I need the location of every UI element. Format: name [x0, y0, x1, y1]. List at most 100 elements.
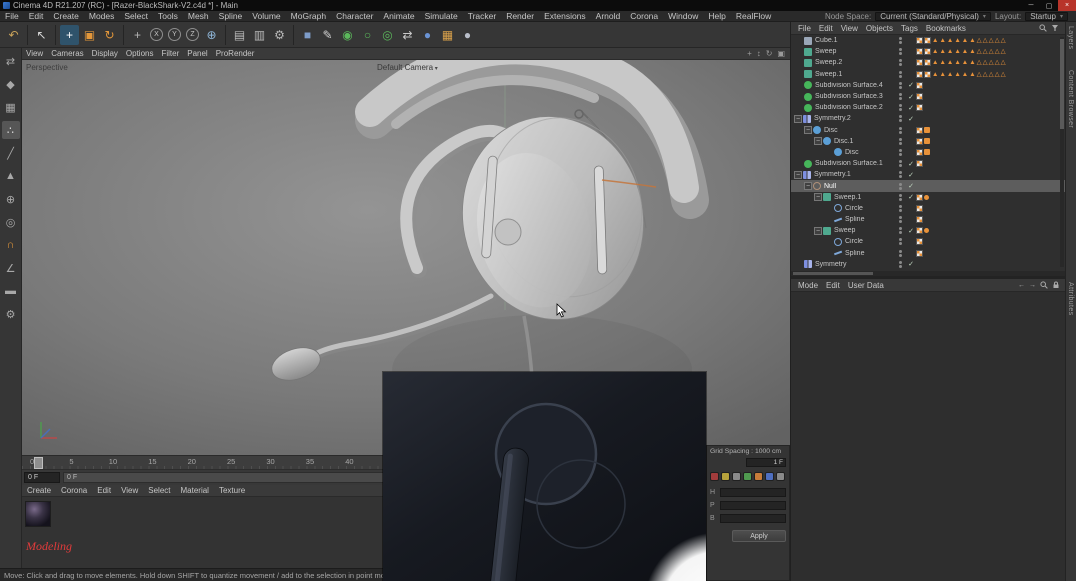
selection-tag[interactable]: ▲ — [939, 59, 945, 66]
live-selection-icon[interactable]: ↖ — [32, 25, 51, 45]
selection-tag[interactable]: △ — [989, 37, 994, 44]
model-mode-icon[interactable]: ◆ — [2, 75, 20, 93]
visibility-dots[interactable] — [895, 138, 906, 145]
subdivision-surface-icon[interactable]: ◉ — [338, 25, 357, 45]
enabled-check[interactable]: ✓ — [906, 193, 916, 201]
selection-tag[interactable]: ▲ — [969, 59, 975, 66]
selection-tag[interactable]: △ — [995, 48, 1000, 55]
selection-tag[interactable]: ▲ — [947, 37, 953, 44]
selection-tag[interactable]: △ — [1001, 48, 1006, 55]
menu-item[interactable]: MoGraph — [286, 11, 331, 21]
tag-area[interactable]: ▲▲▲▲▲▲△△△△△ — [916, 59, 1066, 66]
rotation-key-button[interactable] — [765, 472, 774, 481]
search-icon[interactable] — [1039, 24, 1047, 32]
mograph-icon[interactable]: ▦ — [438, 25, 457, 45]
keyframe-selection-button[interactable] — [732, 472, 741, 481]
points-mode-icon[interactable]: ∴ — [2, 121, 20, 139]
selection-tag[interactable]: ▲ — [954, 37, 960, 44]
tag-area[interactable] — [916, 160, 1066, 167]
visibility-dots[interactable] — [895, 261, 906, 268]
minimize-button[interactable]: ─ — [1022, 0, 1040, 11]
selection-tag[interactable]: ▲ — [962, 71, 968, 78]
visibility-dots[interactable] — [895, 149, 906, 156]
toggle-view-icon[interactable]: ▣ — [777, 49, 785, 58]
parameter-key-button[interactable] — [776, 472, 785, 481]
orange-tag[interactable] — [924, 127, 930, 133]
attribute-menu-item[interactable]: Edit — [822, 281, 844, 290]
menu-item[interactable]: Animate — [378, 11, 419, 21]
tag-area[interactable]: ▲▲▲▲▲▲△△△△△ — [916, 71, 1066, 78]
camera-menu[interactable]: Default Camera — [377, 63, 438, 72]
tag-area[interactable] — [916, 227, 1066, 234]
viewport-menu-item[interactable]: Options — [122, 49, 158, 58]
enabled-check[interactable]: ✓ — [906, 93, 916, 101]
menu-item[interactable]: Edit — [24, 11, 49, 21]
visibility-dots[interactable] — [895, 216, 906, 223]
selection-tag[interactable]: ▲ — [939, 71, 945, 78]
phong-tag[interactable] — [916, 138, 923, 145]
visibility-dots[interactable] — [895, 171, 906, 178]
expand-caret[interactable]: − — [814, 227, 822, 235]
object-row-disc[interactable]: −Disc — [791, 125, 1066, 136]
object-row-disc[interactable]: Disc — [791, 147, 1066, 158]
object-row-cube-1[interactable]: Cube.1▲▲▲▲▲▲△△△△△ — [791, 35, 1066, 46]
pen-spline-icon[interactable]: ✎ — [318, 25, 337, 45]
selection-tag[interactable]: ▲ — [962, 37, 968, 44]
viewport-solo-icon[interactable]: ◎ — [2, 213, 20, 231]
lock-y-axis-icon[interactable]: Y — [168, 28, 181, 41]
phong-tag[interactable] — [916, 216, 923, 223]
object-row-symmetry[interactable]: Symmetry✓ — [791, 259, 1066, 270]
object-row-sweep[interactable]: −Sweep✓ — [791, 225, 1066, 236]
selection-tag[interactable]: ▲ — [969, 71, 975, 78]
node-space-select[interactable]: Current (Standard/Physical) — [875, 12, 991, 21]
object-row-disc-1[interactable]: −Disc.1 — [791, 136, 1066, 147]
tag-area[interactable]: ▲▲▲▲▲▲△△△△△ — [916, 48, 1066, 55]
menu-item[interactable]: Character — [331, 11, 378, 21]
attribute-menu-item[interactable]: User Data — [844, 281, 888, 290]
visibility-dots[interactable] — [895, 250, 906, 257]
field-input[interactable] — [720, 501, 786, 510]
phong-tag[interactable] — [924, 71, 931, 78]
quantize-icon[interactable]: ∠ — [2, 259, 20, 277]
make-editable-icon[interactable]: ⇄ — [2, 52, 20, 70]
phong-tag[interactable] — [916, 160, 923, 167]
object-row-subdivision-surface-1[interactable]: Subdivision Surface.1✓ — [791, 158, 1066, 169]
phong-tag[interactable] — [916, 205, 923, 212]
enabled-check[interactable]: ✓ — [906, 81, 916, 89]
visibility-dots[interactable] — [895, 160, 906, 167]
menu-item[interactable]: Create — [48, 11, 84, 21]
tag-area[interactable] — [916, 127, 1066, 134]
phong-tag[interactable] — [916, 149, 923, 156]
close-button[interactable]: × — [1058, 0, 1076, 11]
expand-caret[interactable]: − — [794, 171, 802, 179]
last-used-tool-icon[interactable]: + — [128, 25, 147, 45]
object-manager-menu-item[interactable]: View — [837, 24, 862, 33]
tag-area[interactable] — [916, 82, 1066, 89]
menu-item[interactable]: File — [0, 11, 24, 21]
object-manager-menu-item[interactable]: Objects — [862, 24, 897, 33]
orange-tag[interactable] — [924, 149, 930, 155]
phong-tag[interactable] — [924, 59, 931, 66]
visibility-dots[interactable] — [895, 59, 906, 66]
menu-item[interactable]: Volume — [247, 11, 285, 21]
enabled-check[interactable]: ✓ — [906, 104, 916, 112]
object-row-spline[interactable]: Spline — [791, 248, 1066, 259]
object-row-null[interactable]: −Null✓ — [791, 180, 1066, 191]
scale-key-button[interactable] — [754, 472, 763, 481]
tag-area[interactable] — [916, 138, 1066, 145]
phong-tag[interactable] — [916, 82, 923, 89]
selection-tag[interactable]: △ — [977, 48, 982, 55]
selection-tag[interactable]: △ — [1001, 59, 1006, 66]
snap-icon[interactable]: ∩ — [2, 236, 20, 254]
render-view-icon[interactable]: ▤ — [230, 25, 249, 45]
polygons-mode-icon[interactable]: ▲ — [2, 167, 20, 185]
visibility-dots[interactable] — [895, 194, 906, 201]
cube-primitive-icon[interactable]: ■ — [298, 25, 317, 45]
maximize-button[interactable]: ▢ — [1040, 0, 1058, 11]
enabled-check[interactable]: ✓ — [906, 182, 916, 190]
modeling-settings-icon[interactable]: ⚙ — [2, 305, 20, 323]
phong-tag[interactable] — [924, 37, 931, 44]
phong-tag[interactable] — [916, 227, 923, 234]
lock-icon[interactable] — [1052, 281, 1060, 289]
selection-tag[interactable]: △ — [977, 59, 982, 66]
